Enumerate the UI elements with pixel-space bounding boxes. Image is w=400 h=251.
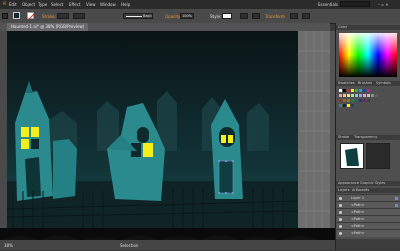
- layer-name: <Path>: [351, 231, 365, 235]
- fill-swatch[interactable]: [13, 12, 20, 19]
- menu-window[interactable]: Window: [100, 2, 116, 7]
- tab-appearance[interactable]: Appearance: [338, 181, 359, 185]
- stroke-swatch[interactable]: [27, 12, 35, 20]
- color-panel-header: Color: [336, 25, 400, 30]
- current-tool: Selection: [120, 243, 139, 248]
- panel-menu-button[interactable]: [302, 13, 310, 19]
- isolate-button[interactable]: [290, 13, 298, 19]
- style-label: Style:: [210, 14, 222, 19]
- transform-link[interactable]: Transform: [265, 14, 285, 19]
- variable-width-dropdown[interactable]: [73, 13, 85, 19]
- color-spectrum[interactable]: [339, 33, 397, 77]
- menu-effect[interactable]: Effect: [69, 2, 81, 7]
- opacity-field[interactable]: 100%: [180, 13, 194, 19]
- menu-help[interactable]: Help: [121, 2, 130, 7]
- layers-panel-header: Layers Artboards: [336, 188, 400, 193]
- mask-thumbnail[interactable]: [366, 143, 390, 169]
- layers-footer: [336, 239, 400, 250]
- opacity-label[interactable]: Opacity:: [165, 14, 181, 19]
- pasteboard-grid: [298, 31, 330, 228]
- status-bar: 38% Selection: [0, 228, 335, 250]
- tools-panel: [0, 23, 7, 228]
- zoom-level[interactable]: 38%: [4, 243, 13, 248]
- artwork-illustration: [7, 31, 300, 228]
- layer-row[interactable]: <Path>: [337, 229, 400, 237]
- layer-name: <Path>: [351, 217, 365, 221]
- align-button[interactable]: [252, 13, 260, 19]
- eye-icon[interactable]: [339, 211, 342, 214]
- artboard-canvas[interactable]: [7, 31, 330, 228]
- graphic-style-swatch[interactable]: [222, 13, 232, 19]
- menu-object[interactable]: Object: [22, 2, 35, 7]
- eye-icon[interactable]: [339, 225, 342, 228]
- menu-select[interactable]: Select: [51, 2, 63, 7]
- selection-indicator-icon: [2, 13, 8, 19]
- tab-color[interactable]: Color: [338, 25, 347, 29]
- tab-brushes[interactable]: Brushes: [358, 81, 372, 85]
- selection-indicator-icon[interactable]: [395, 197, 398, 200]
- menu-view[interactable]: View: [86, 2, 96, 7]
- layer-name: <Path>: [351, 203, 365, 207]
- grass-silhouette: [0, 228, 335, 240]
- tab-stroke[interactable]: Stroke: [338, 135, 349, 139]
- selection-indicator-icon[interactable]: [395, 204, 398, 207]
- stroke-weight-field[interactable]: [57, 13, 69, 19]
- transparency-panel-header: Stroke Transparency: [336, 135, 400, 140]
- opacity-value: 100%: [182, 14, 193, 18]
- tab-transparency[interactable]: Transparency: [354, 135, 377, 139]
- menu-type[interactable]: Type: [38, 2, 47, 7]
- control-bar: Stroke: Basic Opacity: 100% Style: Trans…: [0, 9, 400, 24]
- tab-artboards[interactable]: Artboards: [352, 188, 369, 192]
- window-controls[interactable]: – ▫ ✕: [378, 2, 398, 7]
- pasteboard: [298, 31, 330, 228]
- tab-graphic-styles[interactable]: Graphic Styles: [360, 181, 385, 185]
- tab-layers[interactable]: Layers: [338, 188, 350, 192]
- eye-icon[interactable]: [339, 204, 342, 207]
- search-field[interactable]: [340, 1, 370, 7]
- recolor-button[interactable]: [240, 13, 248, 19]
- workspace-switcher[interactable]: Essentials: [318, 2, 338, 7]
- appearance-panel-header: Appearance Graphic Styles: [336, 181, 400, 186]
- layer-name: <Path>: [351, 224, 365, 228]
- swatch-grid[interactable]: [339, 89, 399, 131]
- layer-name: <Path>: [351, 210, 365, 214]
- tab-swatches[interactable]: Swatches: [338, 81, 355, 85]
- brush-value: Basic: [143, 14, 153, 18]
- tab-symbols[interactable]: Symbols: [376, 81, 391, 85]
- eye-icon[interactable]: [339, 197, 342, 200]
- transparency-thumbnail[interactable]: [340, 143, 364, 169]
- menu-edit[interactable]: Edit: [9, 2, 17, 7]
- layer-name: Layer 1: [351, 196, 365, 200]
- swatches-panel-header: Swatches Brushes Symbols: [336, 81, 400, 86]
- eye-icon[interactable]: [339, 218, 342, 221]
- document-tab-bar: Haunted-1.ai* @ 38% (RGB/Preview): [0, 23, 330, 31]
- document-tab[interactable]: Haunted-1.ai* @ 38% (RGB/Preview): [7, 23, 89, 31]
- brush-definition-dropdown[interactable]: Basic: [123, 13, 153, 19]
- stroke-label[interactable]: Stroke:: [42, 14, 56, 19]
- menu-bar: Ai Edit Object Type Select Effect View W…: [0, 0, 400, 9]
- app-logo: Ai: [1, 1, 8, 7]
- right-panel-dock: Color Swatches Brushes Symbols Stroke Tr…: [335, 23, 400, 250]
- eye-icon[interactable]: [339, 232, 342, 235]
